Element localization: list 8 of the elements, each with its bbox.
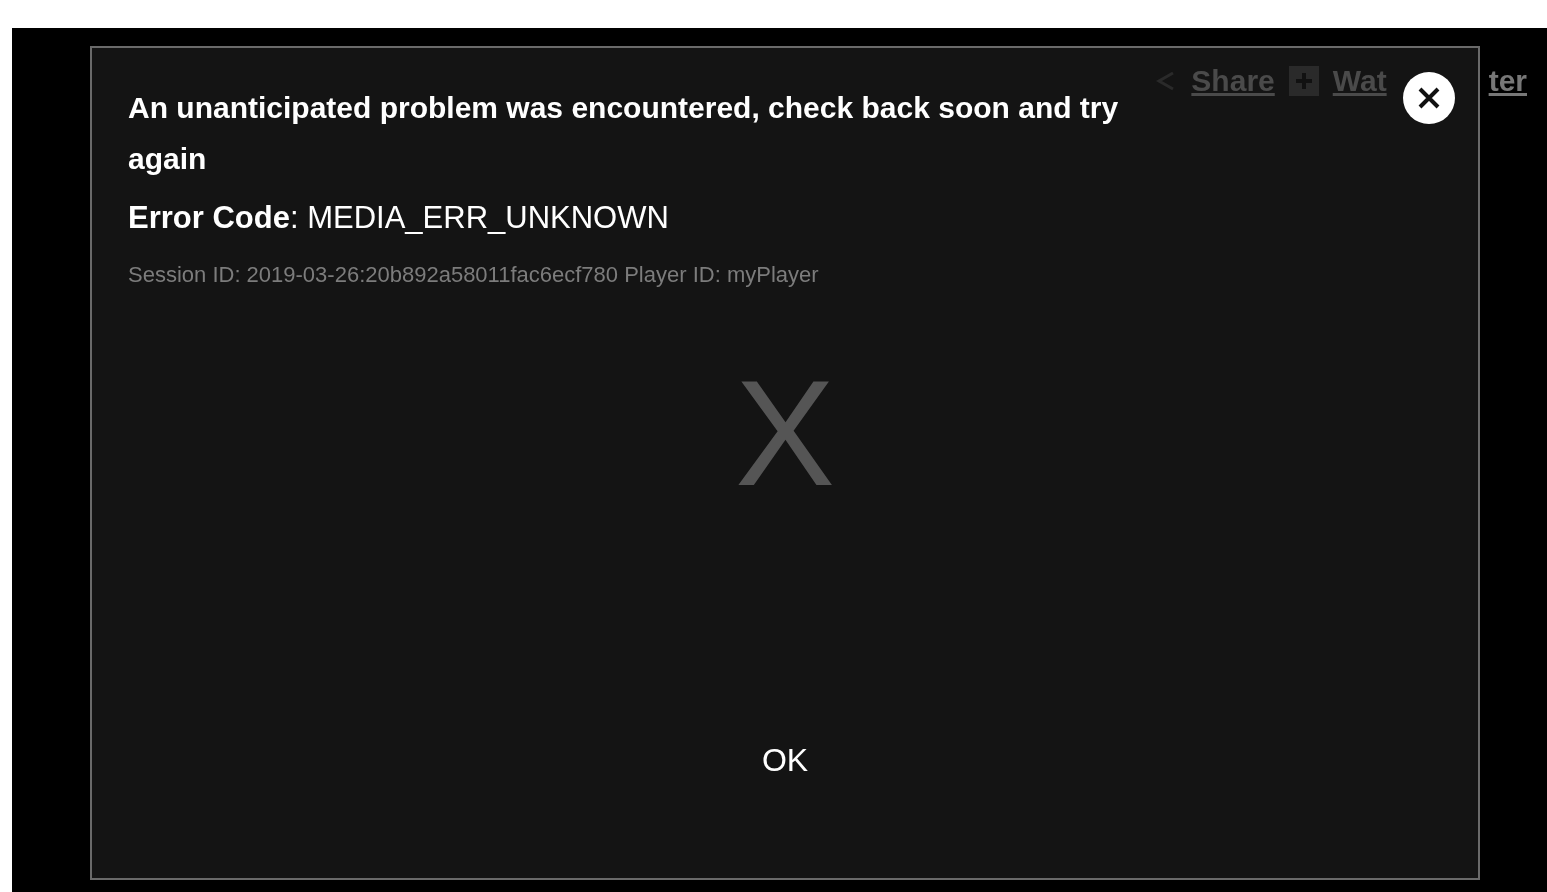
watch-later-link[interactable]: ter — [1488, 64, 1527, 98]
error-message: An unanticipated problem was encountered, check back soon and try again — [128, 90, 1120, 177]
close-icon[interactable] — [1403, 72, 1455, 124]
session-info: Session ID: 2019-03-26:20b892a58011fac6ecf780 Player ID: myPlayer — [128, 262, 820, 288]
error-code: Error Code: MEDIA_ERR_UNKNOWN — [128, 200, 670, 236]
ok-button[interactable]: OK — [753, 738, 817, 783]
error-glyph: X — [734, 358, 836, 508]
plus-icon[interactable] — [1288, 66, 1319, 96]
